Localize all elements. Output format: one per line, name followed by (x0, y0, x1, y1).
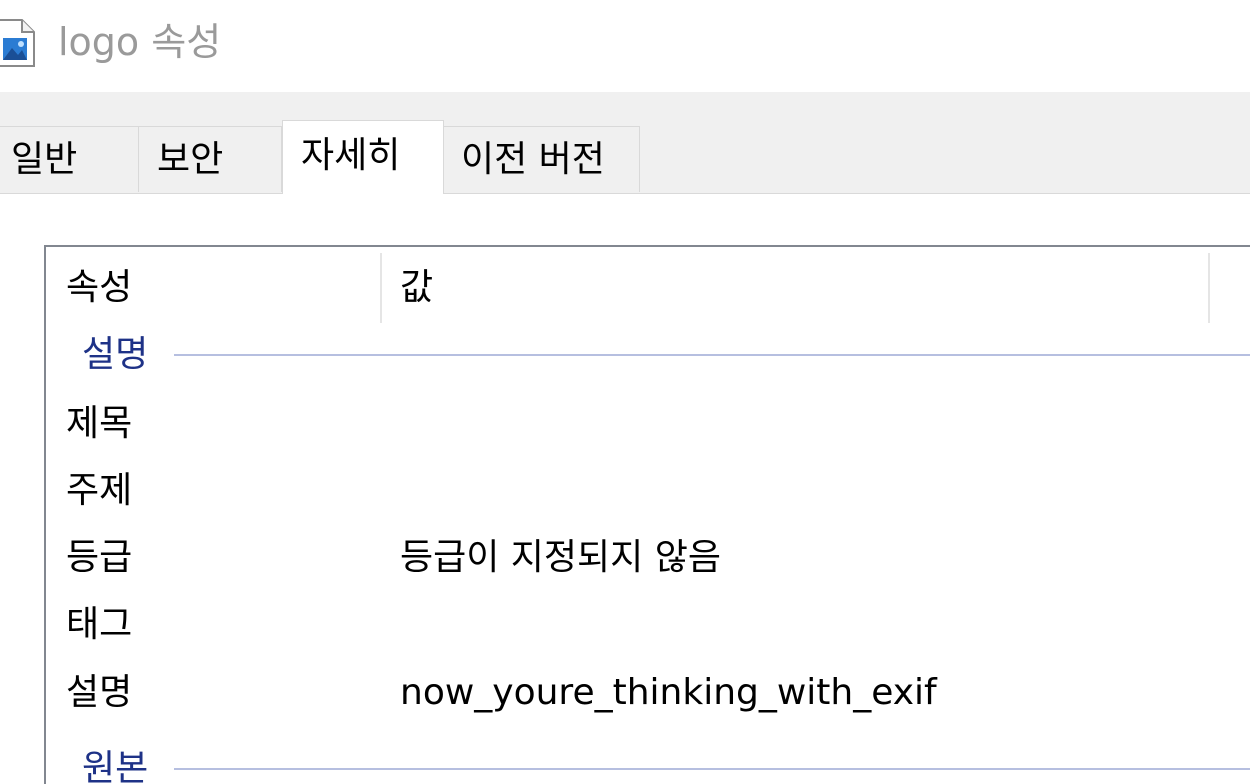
column-header-property[interactable]: 속성 (66, 253, 380, 323)
window-title: logo 속성 (58, 20, 222, 64)
tab-details[interactable]: 자세히 (282, 120, 444, 194)
property-name: 태그 (66, 604, 133, 645)
property-name: 등급 (66, 537, 133, 578)
group-divider (174, 768, 1250, 770)
title-bar[interactable]: logo 속성 (0, 0, 1250, 92)
group-divider (174, 354, 1250, 356)
tab-details-label: 자세히 (301, 135, 401, 176)
property-name: 설명 (66, 672, 133, 713)
column-divider[interactable] (1208, 253, 1210, 323)
tab-general-label: 일반 (11, 139, 78, 180)
column-header-value[interactable]: 값 (400, 253, 1200, 323)
property-value[interactable]: 등급이 지정되지 않음 (400, 525, 721, 591)
details-list[interactable]: 속성 값 설명 제목 주제 등급 등급이 지정되지 않음 태그 설명 now_y… (44, 245, 1250, 784)
property-name: 제목 (66, 403, 133, 444)
tab-security-label: 보안 (157, 139, 224, 180)
property-name: 주제 (66, 470, 133, 511)
tab-previous-versions[interactable]: 이전 버전 (442, 126, 640, 192)
column-divider[interactable] (380, 253, 382, 323)
property-value[interactable]: now_youre_thinking_with_exif (400, 660, 937, 726)
tab-previous-versions-label: 이전 버전 (461, 139, 605, 180)
group-header-origin: 원본 (82, 748, 149, 784)
properties-window: logo 속성 일반 보안 이전 버전 자세히 속성 값 설명 제목 주제 등급… (0, 0, 1250, 784)
image-file-icon (0, 19, 35, 67)
tab-security[interactable]: 보안 (138, 126, 282, 192)
tab-general[interactable]: 일반 (0, 126, 139, 192)
group-header-description: 설명 (82, 334, 149, 375)
